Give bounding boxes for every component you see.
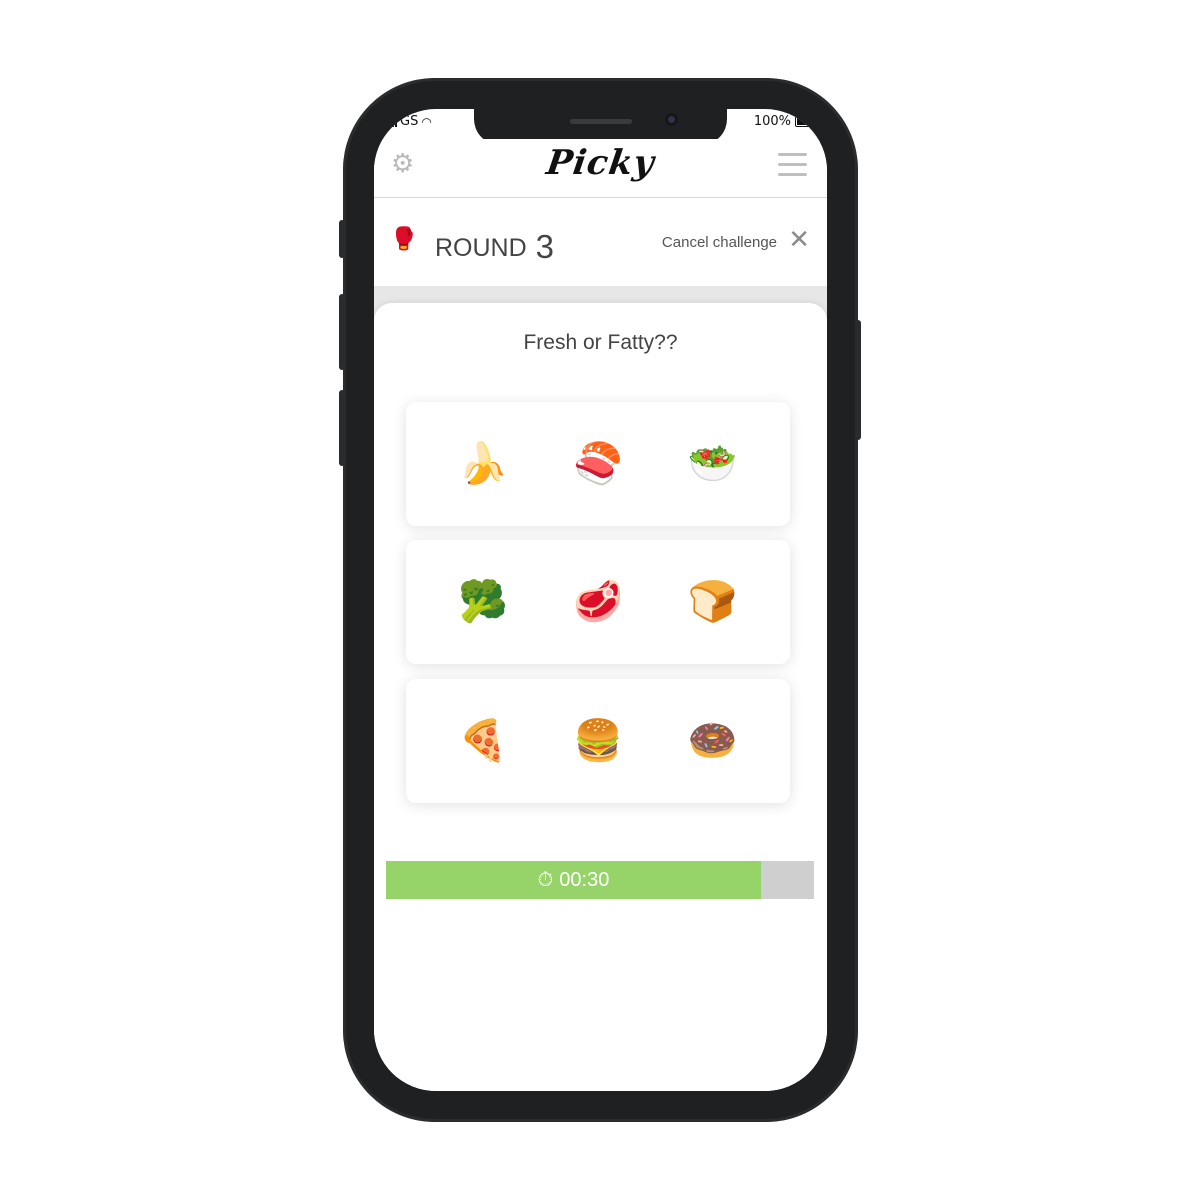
broccoli-icon: 🥦 xyxy=(458,579,509,625)
sushi-icon: 🍣 xyxy=(573,441,623,487)
salad-icon: 🥗 xyxy=(687,441,738,487)
burger-icon: 🍔 xyxy=(573,718,623,764)
hamburger-icon[interactable] xyxy=(778,153,807,183)
volume-up-button xyxy=(339,294,345,370)
food-option-card-3[interactable]: 🍕 🍔 🍩 xyxy=(406,679,790,803)
round-label: ROUND xyxy=(435,234,527,262)
round-title: ROUND 3 xyxy=(435,226,554,265)
cancel-challenge-link[interactable]: Cancel challenge xyxy=(662,234,777,251)
steak-icon: 🥩 xyxy=(573,579,623,625)
timer-label: ⏱ 00:30 xyxy=(386,861,761,899)
signal-icon xyxy=(386,116,397,127)
banana-icon: 🍌 xyxy=(458,441,509,487)
app-logo: Picky xyxy=(543,143,658,183)
mute-switch xyxy=(339,220,345,258)
food-option-card-1[interactable]: 🍌 🍣 🥗 xyxy=(406,402,790,526)
round-number: 3 xyxy=(535,228,554,265)
front-camera xyxy=(665,113,678,126)
speaker xyxy=(570,119,632,124)
battery-label: 100% xyxy=(753,114,791,129)
donut-icon: 🍩 xyxy=(687,718,738,764)
bread-icon: 🍞 xyxy=(687,579,738,625)
countdown-timer: ⏱ 00:30 xyxy=(386,861,814,899)
boxing-glove-icon: 🥊 xyxy=(390,227,418,252)
status-right: 100% xyxy=(754,114,817,129)
pizza-icon: 🍕 xyxy=(458,718,509,764)
power-button xyxy=(855,320,861,440)
volume-down-button xyxy=(339,390,345,466)
food-option-card-2[interactable]: 🥦 🥩 🍞 xyxy=(406,540,790,664)
app-header: ⚙ Picky xyxy=(374,139,827,198)
battery-icon xyxy=(795,116,817,127)
round-header: 🥊 ROUND 3 Cancel challenge ✕ xyxy=(374,198,827,286)
close-icon[interactable]: ✕ xyxy=(788,227,810,253)
stopwatch-icon: ⏱ xyxy=(537,869,554,891)
phone-screen: GS ◠ 100% ⚙ Picky 🥊 ROUND 3 Cancel chall… xyxy=(374,109,827,1091)
status-left: GS ◠ xyxy=(386,114,432,129)
wifi-icon: ◠ xyxy=(421,114,432,129)
timer-value: 00:30 xyxy=(559,869,610,891)
challenge-modal: Fresh or Fatty?? 🍌 🍣 🥗 🥦 🥩 🍞 🍕 🍔 🍩 ⏱ 00:3… xyxy=(374,303,827,1091)
carrier-label: GS xyxy=(400,114,419,129)
question-title: Fresh or Fatty?? xyxy=(523,331,678,354)
